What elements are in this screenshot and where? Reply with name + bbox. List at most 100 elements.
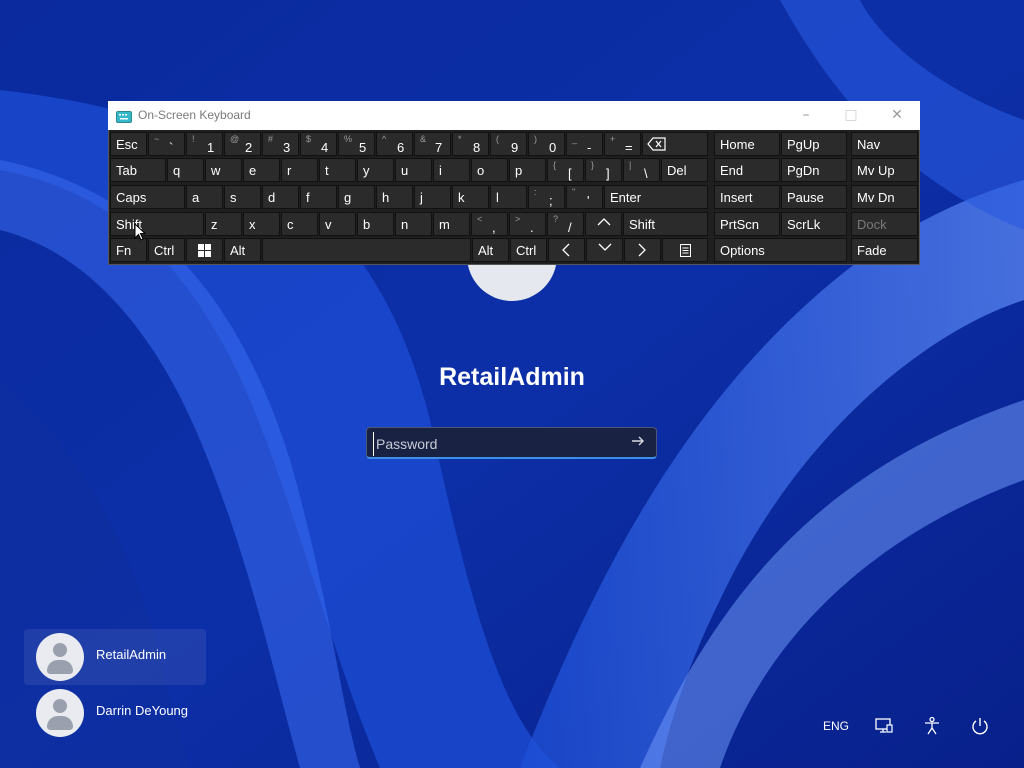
key-scrlk[interactable]: ScrLk — [781, 212, 847, 236]
chevron-left-icon — [561, 243, 571, 257]
user-name: Darrin DeYoung — [96, 703, 189, 718]
key-a[interactable]: a — [186, 185, 223, 209]
key-ctrl-right[interactable]: Ctrl — [510, 238, 547, 262]
username-title: RetailAdmin — [439, 363, 585, 391]
key-7[interactable]: & 7 — [414, 132, 451, 156]
key-prtscn[interactable]: PrtScn — [714, 212, 780, 236]
key-n[interactable]: n — [395, 212, 432, 236]
mouse-cursor-icon — [134, 222, 147, 245]
key-8[interactable]: * 8 — [452, 132, 489, 156]
accessibility-icon[interactable] — [922, 716, 942, 738]
power-icon[interactable] — [970, 716, 990, 738]
on-screen-keyboard-window[interactable]: On-Screen Keyboard – □ ✕ Esc ~ ` ! 1 @2 #3… — [108, 101, 920, 265]
key-v[interactable]: v — [319, 212, 356, 236]
key-equals[interactable]: + = — [604, 132, 641, 156]
key-r[interactable]: r — [281, 158, 318, 182]
key-bracket-right[interactable]: }] — [585, 158, 622, 182]
key-ctrl-left[interactable]: Ctrl — [148, 238, 185, 262]
key-space[interactable] — [262, 238, 471, 262]
key-mv-up[interactable]: Mv Up — [851, 158, 918, 182]
language-indicator[interactable]: ENG — [823, 719, 849, 741]
key-g[interactable]: g — [338, 185, 375, 209]
key-del[interactable]: Del — [661, 158, 708, 182]
password-box[interactable] — [366, 427, 657, 459]
key-windows[interactable] — [186, 238, 223, 262]
key-w[interactable]: w — [205, 158, 242, 182]
key-arrow-down[interactable] — [586, 238, 623, 262]
key-e[interactable]: e — [243, 158, 280, 182]
key-pause[interactable]: Pause — [781, 185, 847, 209]
key-bracket-left[interactable]: {[ — [547, 158, 584, 182]
key-alt-right[interactable]: Alt — [472, 238, 509, 262]
key-arrow-right[interactable] — [624, 238, 661, 262]
key-dock[interactable]: Dock — [851, 212, 918, 236]
key-minus[interactable]: _ - — [566, 132, 603, 156]
key-enter[interactable]: Enter — [604, 185, 708, 209]
key-fade[interactable]: Fade — [851, 238, 918, 262]
key-k[interactable]: k — [452, 185, 489, 209]
key-9[interactable]: (9 — [490, 132, 527, 156]
key-end[interactable]: End — [714, 158, 780, 182]
key-backspace[interactable] — [642, 132, 708, 156]
key-quote[interactable]: " ' — [566, 185, 603, 209]
key-f[interactable]: f — [300, 185, 337, 209]
user-item-retailadmin[interactable]: RetailAdmin — [24, 629, 206, 685]
key-home[interactable]: Home — [714, 132, 780, 156]
key-mv-dn[interactable]: Mv Dn — [851, 185, 918, 209]
key-2[interactable]: @2 — [224, 132, 261, 156]
minimize-button[interactable]: – — [783, 101, 829, 130]
key-6[interactable]: ^ 6 — [376, 132, 413, 156]
key-s[interactable]: s — [224, 185, 261, 209]
key-j[interactable]: j — [414, 185, 451, 209]
password-input[interactable] — [373, 432, 618, 456]
key-slash[interactable]: ? / — [547, 212, 584, 236]
key-h[interactable]: h — [376, 185, 413, 209]
key-b[interactable]: b — [357, 212, 394, 236]
key-z[interactable]: z — [205, 212, 242, 236]
key-pgdn[interactable]: PgDn — [781, 158, 847, 182]
key-backtick[interactable]: ~ ` — [148, 132, 185, 156]
key-d[interactable]: d — [262, 185, 299, 209]
key-options[interactable]: Options — [714, 238, 847, 262]
key-p[interactable]: p — [509, 158, 546, 182]
key-arrow-left[interactable] — [548, 238, 585, 262]
key-menu[interactable] — [662, 238, 708, 262]
key-y[interactable]: y — [357, 158, 394, 182]
key-insert[interactable]: Insert — [714, 185, 780, 209]
key-i[interactable]: i — [433, 158, 470, 182]
key-q[interactable]: q — [167, 158, 204, 182]
key-esc[interactable]: Esc — [110, 132, 147, 156]
key-4[interactable]: $4 — [300, 132, 337, 156]
close-button[interactable]: ✕ — [874, 101, 920, 130]
backspace-icon — [647, 137, 667, 151]
key-shift-left[interactable]: Shift — [110, 212, 204, 236]
network-icon[interactable] — [874, 716, 894, 738]
key-u[interactable]: u — [395, 158, 432, 182]
key-backslash[interactable]: | \ — [623, 158, 660, 182]
key-l[interactable]: l — [490, 185, 527, 209]
key-t[interactable]: t — [319, 158, 356, 182]
key-nav[interactable]: Nav — [851, 132, 918, 156]
window-title-bar[interactable]: On-Screen Keyboard – □ ✕ — [108, 101, 920, 130]
key-5[interactable]: % 5 — [338, 132, 375, 156]
key-arrow-up[interactable] — [585, 212, 622, 236]
key-1[interactable]: ! 1 — [186, 132, 223, 156]
key-x[interactable]: x — [243, 212, 280, 236]
keyboard-app-icon — [116, 108, 132, 123]
user-item-darrin-deyoung[interactable]: Darrin DeYoung — [24, 685, 206, 741]
key-caps[interactable]: Caps — [110, 185, 185, 209]
key-tab[interactable]: Tab — [110, 158, 166, 182]
key-m[interactable]: m — [433, 212, 470, 236]
key-alt-left[interactable]: Alt — [224, 238, 261, 262]
key-0[interactable]: ) 0 — [528, 132, 565, 156]
key-shift-right[interactable]: Shift — [623, 212, 708, 236]
key-pgup[interactable]: PgUp — [781, 132, 847, 156]
submit-arrow-icon[interactable] — [628, 433, 648, 453]
key-period[interactable]: >. — [509, 212, 546, 236]
key-semicolon[interactable]: :; — [528, 185, 565, 209]
key-3[interactable]: #3 — [262, 132, 299, 156]
key-o[interactable]: o — [471, 158, 508, 182]
key-comma[interactable]: <, — [471, 212, 508, 236]
key-c[interactable]: c — [281, 212, 318, 236]
maximize-button[interactable]: □ — [828, 101, 874, 130]
